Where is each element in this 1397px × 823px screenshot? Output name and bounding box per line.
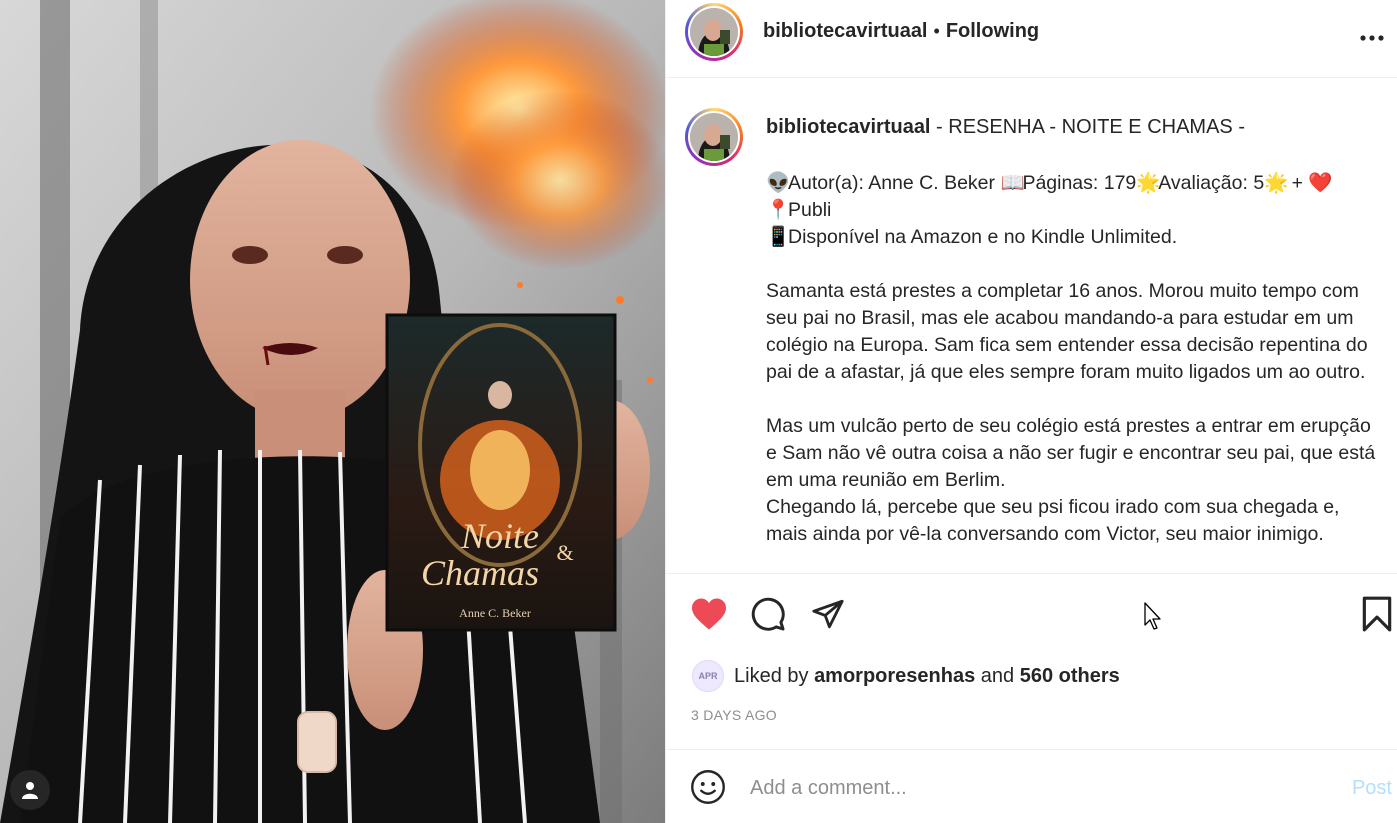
heart-emoji-icon: ❤️	[1308, 172, 1333, 194]
caption-scroll-area[interactable]: bibliotecavirtuaal - RESENHA - NOITE E C…	[666, 79, 1397, 573]
user-tag-icon[interactable]	[10, 770, 50, 810]
liker-username[interactable]: amorporesenhas	[814, 665, 975, 688]
post-timestamp[interactable]: 3 DAYS AGO	[691, 707, 777, 723]
bookmark-icon[interactable]	[1357, 594, 1397, 634]
star-icon: 🌟	[1136, 172, 1161, 194]
post-actions: APR Liked by amorporesenhas and 560 othe…	[666, 573, 1397, 749]
post-details-panel: bibliotecavirtuaal • Following bibliotec…	[665, 0, 1397, 823]
rating-text: Avaliação: 5	[1158, 172, 1265, 194]
publi-text: Publi	[788, 199, 832, 221]
caption-publi-line: 📍Publi	[766, 197, 1376, 224]
caption-title: - RESENHA - NOITE E CHAMAS -	[930, 116, 1245, 138]
caption-available-line: 📱Disponível na Amazon e no Kindle Unlimi…	[766, 224, 1376, 251]
star-icon: 🌟	[1264, 172, 1289, 194]
photo-illustration: Noite & Chamas Anne C. Beker	[0, 0, 665, 823]
separator-dot: •	[933, 21, 940, 41]
likes-others-link[interactable]: 560 others	[1020, 665, 1120, 688]
header-username[interactable]: bibliotecavirtuaal	[763, 20, 928, 42]
caption-paragraph-2: Mas um vulcão perto de seu colégio está …	[766, 415, 1376, 491]
available-text: Disponível na Amazon e no Kindle Unlimit…	[788, 226, 1178, 248]
book-title-amp: &	[556, 540, 573, 565]
likes-prefix: Liked by	[734, 664, 809, 687]
book-title-line2: Chamas	[421, 553, 539, 593]
caption-paragraph-1: Samanta está prestes a completar 16 anos…	[766, 280, 1368, 383]
liker-avatar[interactable]: APR	[692, 660, 724, 692]
phone-icon: 📱	[766, 226, 791, 248]
post-comment-button[interactable]: Post	[1352, 777, 1392, 800]
alien-icon: 👽	[766, 172, 791, 194]
likes-summary: APR Liked by amorporesenhas and 560 othe…	[692, 660, 1120, 692]
author-text: Autor(a): Anne C. Beker	[788, 172, 1001, 194]
header-avatar[interactable]	[685, 3, 743, 61]
comment-input[interactable]: Add a comment...	[750, 777, 907, 800]
book-icon: 📖	[1000, 172, 1025, 194]
caption-info-line: 👽Autor(a): Anne C. Beker 📖Páginas: 179🌟A…	[766, 170, 1376, 197]
send-icon[interactable]	[808, 594, 848, 634]
following-button[interactable]: Following	[946, 20, 1039, 42]
post-photo[interactable]: Noite & Chamas Anne C. Beker	[0, 0, 665, 823]
comment-icon[interactable]	[748, 594, 788, 634]
plus-text: +	[1286, 172, 1309, 194]
post-header: bibliotecavirtuaal • Following	[666, 0, 1397, 78]
likes-and: and	[975, 664, 1020, 687]
caption-header: bibliotecavirtuaal - RESENHA - NOITE E C…	[766, 116, 1245, 139]
pin-icon: 📍	[766, 199, 791, 221]
more-options-icon[interactable]	[1360, 22, 1384, 48]
book-author: Anne C. Beker	[459, 606, 531, 620]
caption-paragraph-3: Chegando lá, percebe que seu psi ficou i…	[766, 496, 1340, 545]
mouse-cursor-icon	[1144, 602, 1164, 637]
heart-filled-icon[interactable]	[689, 594, 729, 634]
caption-body: 👽Autor(a): Anne C. Beker 📖Páginas: 179🌟A…	[766, 170, 1376, 548]
comment-bar: Add a comment... Post	[666, 749, 1397, 823]
emoji-smile-icon[interactable]	[688, 767, 728, 807]
caption-avatar[interactable]	[685, 108, 743, 166]
book-title-line1: Noite	[460, 516, 539, 556]
caption-username[interactable]: bibliotecavirtuaal	[766, 116, 931, 138]
pages-text: Páginas: 179	[1022, 172, 1137, 194]
